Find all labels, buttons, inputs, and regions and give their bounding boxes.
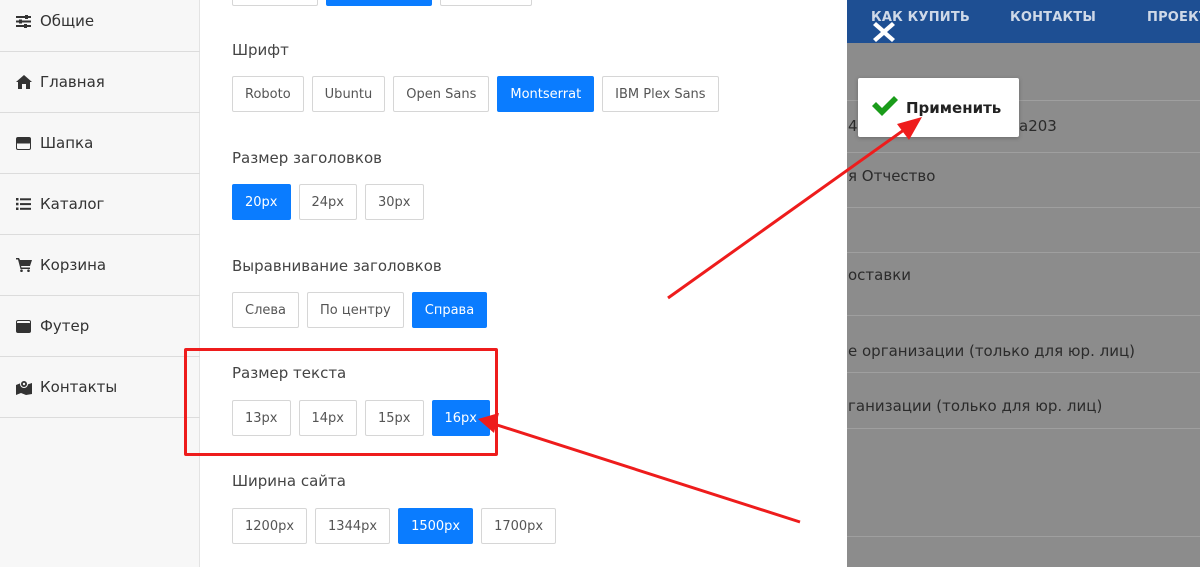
nav-link-projects[interactable]: ПРОЕКТ [1147, 10, 1200, 25]
background-field-text: я Отчество [848, 167, 936, 185]
sidebar-item-label: Футер [40, 317, 90, 335]
sidebar-item-label: Контакты [40, 378, 118, 396]
heading-size-options: 20px 24px 30px [232, 184, 432, 220]
home-icon [16, 75, 38, 89]
sidebar-item-header[interactable]: Шапка [0, 113, 200, 174]
checkmark-icon [870, 95, 900, 121]
divider [847, 252, 1200, 253]
heading-align-option-center[interactable]: По центру [307, 292, 404, 328]
text-size-label: Размер текста [232, 364, 347, 382]
list-icon [16, 198, 38, 210]
heading-size-option-20[interactable]: 20px [232, 184, 291, 220]
heading-align-option-right[interactable]: Справа [411, 292, 488, 328]
text-size-options: 13px 14px 15px 16px [232, 400, 498, 436]
font-label: Шрифт [232, 41, 289, 59]
footer-icon [16, 319, 38, 333]
font-options: Roboto Ubuntu Open Sans Montserrat IBM P… [232, 76, 727, 112]
heading-size-label: Размер заголовков [232, 149, 382, 167]
sidebar-item-footer[interactable]: Футер [0, 296, 200, 357]
sidebar-item-label: Главная [40, 73, 105, 91]
font-option-open-sans[interactable]: Open Sans [393, 76, 490, 112]
header-icon [16, 136, 38, 150]
sidebar-item-label: Общие [40, 12, 95, 30]
font-option-ibm-plex-sans[interactable]: IBM Plex Sans [602, 76, 719, 112]
text-size-option-16[interactable]: 16px [431, 400, 490, 436]
sidebar-item-catalog[interactable]: Каталог [0, 174, 200, 235]
apply-button-label: Применить [906, 98, 1002, 117]
heading-size-option-24[interactable]: 24px [298, 184, 357, 220]
cart-icon [16, 258, 38, 272]
text-size-option-13[interactable]: 13px [232, 400, 291, 436]
divider [847, 152, 1200, 153]
heading-align-label: Выравнивание заголовков [232, 257, 442, 275]
site-width-option-1700[interactable]: 1700px [481, 508, 557, 544]
option-button-partial[interactable] [232, 0, 318, 6]
sliders-icon [16, 14, 38, 28]
settings-panel: Шрифт Roboto Ubuntu Open Sans Montserrat… [200, 0, 847, 567]
settings-sidebar: Общие Главная Шапка Каталог Корзина Футе… [0, 0, 200, 567]
heading-align-option-left[interactable]: Слева [232, 292, 300, 328]
heading-align-options: Слева По центру Справа [232, 292, 495, 328]
site-width-option-1344[interactable]: 1344px [315, 508, 391, 544]
sidebar-item-label: Каталог [40, 195, 105, 213]
background-field-text: ганизации (только для юр. лиц) [848, 397, 1103, 415]
font-option-montserrat[interactable]: Montserrat [497, 76, 595, 112]
divider [847, 428, 1200, 429]
font-option-roboto[interactable]: Roboto [232, 76, 304, 112]
apply-button[interactable]: Применить [858, 78, 1019, 137]
text-size-option-15[interactable]: 15px [365, 400, 424, 436]
sidebar-item-label: Корзина [40, 256, 107, 274]
nav-link-contacts[interactable]: КОНТАКТЫ [1010, 10, 1096, 25]
site-width-label: Ширина сайта [232, 472, 346, 490]
divider [847, 315, 1200, 316]
site-width-option-1200[interactable]: 1200px [232, 508, 308, 544]
sidebar-item-home[interactable]: Главная [0, 52, 200, 113]
option-button-partial[interactable] [440, 0, 532, 6]
sidebar-item-cart[interactable]: Корзина [0, 235, 200, 296]
divider [847, 372, 1200, 373]
map-icon [16, 379, 38, 395]
sidebar-item-contacts[interactable]: Контакты [0, 357, 200, 418]
background-field-text: оставки [848, 266, 912, 284]
heading-size-option-30[interactable]: 30px [365, 184, 424, 220]
sidebar-item-label: Шапка [40, 134, 94, 152]
font-option-ubuntu[interactable]: Ubuntu [311, 76, 386, 112]
sidebar-item-general[interactable]: Общие [0, 0, 200, 52]
text-size-option-14[interactable]: 14px [298, 400, 357, 436]
divider [847, 207, 1200, 208]
background-field-text: а203 [1019, 117, 1057, 135]
close-icon[interactable] [870, 18, 898, 46]
site-width-option-1500[interactable]: 1500px [398, 508, 474, 544]
site-width-options: 1200px 1344px 1500px 1700px [232, 508, 564, 544]
background-field-text: е организации (только для юр. лиц) [848, 342, 1135, 360]
option-button-partial-active[interactable] [326, 0, 432, 6]
divider [847, 536, 1200, 537]
background-top-nav: КАК КУПИТЬ КОНТАКТЫ ПРОЕКТ [847, 0, 1200, 43]
